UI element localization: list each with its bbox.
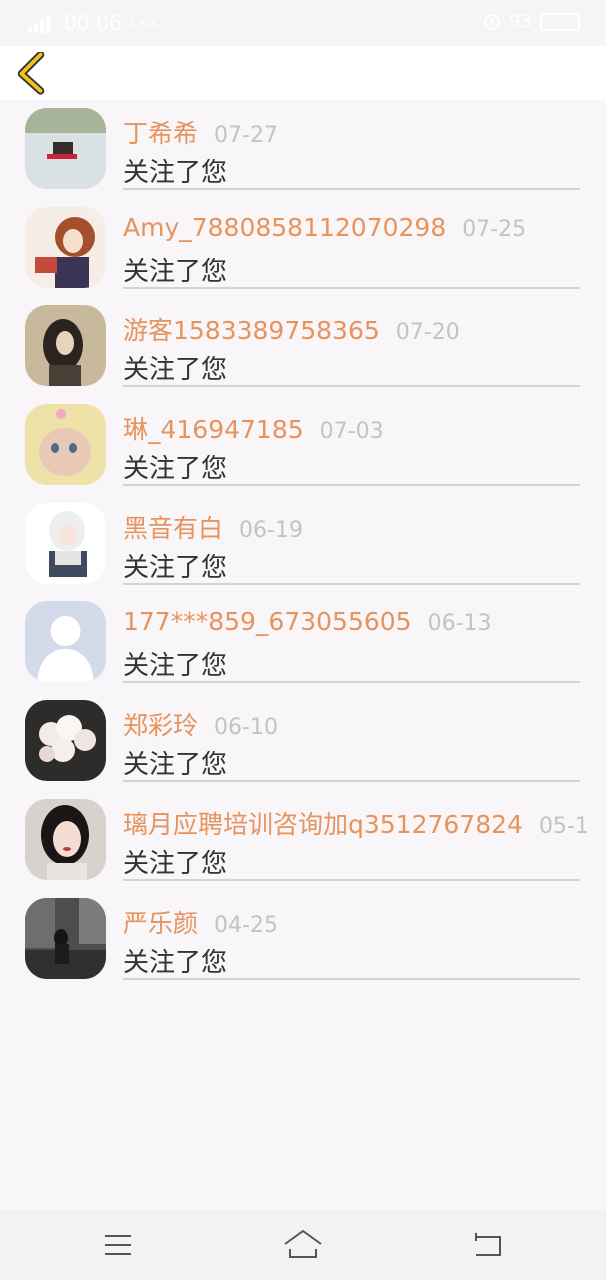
message-text: 关注了您 (123, 750, 228, 781)
name-line: 游客1583389758365 07-20 (123, 311, 460, 347)
user-name[interactable]: 丁希希 (123, 119, 198, 148)
avatar[interactable] (25, 108, 106, 189)
battery-level: 93 (509, 11, 532, 32)
avatar[interactable] (25, 206, 106, 288)
back-button[interactable] (12, 50, 56, 96)
list-item[interactable]: Amy_7880858112070298 07-25 关注了您 (0, 199, 606, 298)
avatar[interactable] (25, 502, 106, 584)
user-name[interactable]: 黑音有白 (123, 514, 223, 543)
alarm-icon (484, 13, 501, 30)
name-line: Amy_7880858112070298 07-25 (123, 213, 526, 242)
message-text: 关注了您 (123, 256, 228, 287)
notification-list: 丁希希 07-27 关注了您 Amy_7880858112070298 07-25 … (0, 100, 606, 988)
status-time: 00:06 (64, 11, 122, 35)
list-item[interactable]: 璃月应聘培训咨询加q3512767824 05-1 关注了您 (0, 791, 606, 890)
user-name[interactable]: 严乐颜 (123, 909, 198, 938)
date: 07-03 (319, 419, 384, 445)
battery-icon (540, 12, 580, 31)
network-speed: 1 K/s (129, 16, 157, 30)
avatar[interactable] (25, 897, 106, 979)
date: 04-25 (214, 912, 278, 938)
date: 07-25 (462, 216, 527, 242)
list-item[interactable]: 琳_416947185 07-03 关注了您 (0, 396, 606, 495)
status-right: 93 (483, 11, 580, 32)
name-line: 琳_416947185 07-03 (123, 410, 384, 446)
list-item[interactable]: 丁希希 07-27 关注了您 (0, 100, 606, 199)
avatar[interactable] (25, 601, 106, 683)
divider (123, 780, 580, 783)
divider (123, 286, 580, 289)
date: 07-20 (395, 320, 460, 346)
user-name[interactable]: 郑彩玲 (123, 711, 198, 740)
home-icon (284, 1230, 322, 1258)
menu-button[interactable] (100, 1227, 136, 1263)
divider (123, 484, 580, 487)
date: 07-27 (214, 123, 278, 148)
divider (123, 582, 580, 585)
date: 06-19 (239, 517, 303, 543)
user-name[interactable]: 177***859_673055605 (123, 607, 412, 636)
status-left: 00:06 1 K/s (28, 11, 157, 35)
back-arrow-icon (475, 1233, 501, 1256)
message-text: 关注了您 (123, 158, 228, 188)
date: 06-13 (427, 611, 492, 637)
list-item[interactable]: 游客1583389758365 07-20 关注了您 (0, 297, 606, 396)
message-text: 关注了您 (123, 355, 228, 386)
name-line: 177***859_673055605 06-13 (123, 607, 492, 636)
list-item[interactable]: 郑彩玲 06-10 关注了您 (0, 692, 606, 791)
avatar[interactable] (25, 700, 106, 782)
divider (123, 385, 580, 388)
divider (123, 977, 580, 980)
name-line: 郑彩玲 06-10 (123, 706, 278, 742)
list-item[interactable]: 严乐颜 04-25 关注了您 (0, 890, 606, 989)
user-name[interactable]: Amy_7880858112070298 (123, 213, 446, 242)
message-text: 关注了您 (123, 651, 228, 682)
list-item[interactable]: 黑音有白 06-19 关注了您 (0, 495, 606, 594)
chevron-left-icon (17, 50, 45, 95)
date: 05-1 (538, 813, 589, 839)
divider (123, 878, 580, 881)
nav-header (0, 46, 606, 100)
menu-icon (105, 1235, 131, 1255)
name-line: 璃月应聘培训咨询加q3512767824 05-1 (123, 805, 589, 841)
name-line: 严乐颜 04-25 (123, 904, 278, 940)
list-item[interactable]: 177***859_673055605 06-13 关注了您 (0, 593, 606, 692)
message-text: 关注了您 (123, 848, 228, 879)
return-button[interactable] (470, 1227, 506, 1263)
name-line: 黑音有白 06-19 (123, 509, 303, 545)
divider (123, 681, 580, 684)
avatar[interactable] (25, 798, 106, 880)
user-name[interactable]: 璃月应聘培训咨询加q3512767824 (123, 810, 523, 839)
date: 06-10 (214, 715, 278, 741)
name-line: 丁希希 07-27 (123, 114, 278, 150)
system-navigation-bar (0, 1210, 606, 1280)
divider (123, 188, 580, 190)
avatar[interactable] (25, 305, 106, 387)
status-bar: 00:06 1 K/s 93 (0, 0, 606, 46)
signal-icon (28, 15, 50, 33)
message-text: 关注了您 (123, 947, 228, 978)
user-name[interactable]: 琳_416947185 (123, 415, 304, 444)
home-button[interactable] (282, 1227, 324, 1263)
user-name[interactable]: 游客1583389758365 (123, 316, 380, 345)
avatar[interactable] (25, 404, 106, 486)
message-text: 关注了您 (123, 454, 228, 485)
message-text: 关注了您 (123, 552, 228, 583)
